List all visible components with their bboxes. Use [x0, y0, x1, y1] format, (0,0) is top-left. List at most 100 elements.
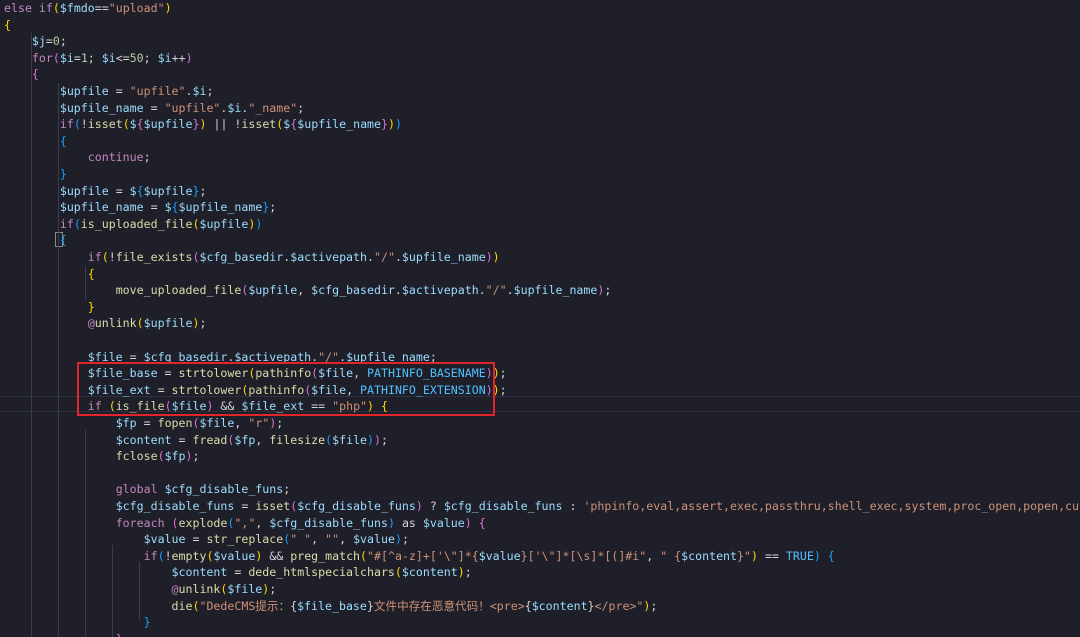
code-token: ) — [367, 432, 375, 447]
code-token: = — [73, 50, 81, 65]
code-token: 'phpinfo,eval,assert,exec,passthru,shell… — [583, 499, 1080, 513]
code-token: $value — [213, 548, 256, 563]
code-token: ) — [185, 449, 193, 464]
code-token: $ — [129, 183, 137, 198]
code-token: $cfg_disable_funs — [297, 499, 416, 513]
code-line[interactable]: die("DedeCMS提示：{$file_base}文件中存在恶意代码！<pr… — [0, 598, 1080, 615]
code-token: } — [587, 598, 595, 613]
code-line[interactable]: foreach (explode(",", $cfg_disable_funs)… — [0, 515, 1080, 532]
code-line[interactable]: $cfg_disable_funs = isset($cfg_disable_f… — [0, 498, 1080, 515]
code-token: "DedeCMS提示： — [199, 598, 291, 613]
code-token: $i — [59, 50, 74, 65]
code-token: = — [136, 416, 158, 430]
code-token: die — [171, 598, 193, 613]
code-token: ) — [388, 117, 395, 132]
red-highlight-box — [77, 362, 495, 416]
code-line[interactable]: $upfile_name = ${$upfile_name}; — [0, 199, 1080, 216]
code-token: if — [59, 117, 74, 132]
code-token: $upfile — [143, 316, 193, 331]
code-token: fread — [192, 432, 228, 447]
code-token: "upfile" — [129, 84, 186, 98]
code-token: ; — [499, 382, 507, 397]
code-line[interactable]: move_uploaded_file($upfile, $cfg_basedir… — [0, 282, 1080, 299]
code-token: ; — [283, 482, 291, 497]
code-line[interactable]: @unlink($upfile); — [0, 315, 1080, 332]
code-token: ) — [750, 548, 758, 563]
code-token: { — [59, 233, 67, 248]
code-line[interactable]: { — [0, 133, 1080, 150]
code-line[interactable]: fclose($fp); — [0, 448, 1080, 465]
code-line[interactable]: $j=0; — [0, 33, 1080, 50]
code-token: $content — [401, 565, 458, 580]
code-token: ! — [164, 548, 172, 563]
code-line[interactable]: } — [0, 299, 1080, 316]
code-token: , — [311, 532, 326, 547]
code-token: ) — [185, 50, 193, 65]
code-token: } — [381, 117, 388, 132]
code-token: $content — [681, 548, 738, 563]
code-line[interactable]: for($i=1; $i<=50; $i++) — [0, 50, 1080, 67]
code-line[interactable]: } — [0, 614, 1080, 631]
code-token: ( — [73, 216, 81, 231]
code-token: ; — [87, 50, 102, 65]
code-line[interactable]: @unlink($file); — [0, 581, 1080, 598]
code-token: 文件中存在恶意代码！<pre> — [373, 598, 525, 613]
code-token: ; — [276, 416, 284, 430]
code-line[interactable]: } — [0, 631, 1080, 637]
code-token: $i — [192, 84, 207, 98]
code-line[interactable]: $upfile_name = "upfile".$i."_name"; — [0, 100, 1080, 117]
code-token: TRUE — [785, 548, 814, 563]
code-token: } — [116, 632, 123, 637]
code-line[interactable]: { — [0, 17, 1080, 34]
code-token: $upfile_name — [513, 283, 598, 298]
code-line[interactable]: $content = fread($fp, filesize($file)); — [0, 432, 1080, 449]
code-token: ; — [143, 50, 158, 65]
code-editor[interactable]: else if($fmdo=="upload"){ $j=0; for($i=1… — [0, 0, 1080, 637]
code-token: ; — [401, 532, 409, 547]
code-token: ; — [464, 565, 472, 580]
code-line[interactable] — [0, 332, 1080, 349]
code-token: $file — [199, 416, 235, 430]
code-token: @ — [171, 582, 179, 596]
code-line[interactable]: } — [0, 166, 1080, 183]
code-line[interactable]: if(!isset(${$upfile}) || !isset(${$upfil… — [0, 116, 1080, 133]
code-token: <= — [115, 50, 130, 65]
code-token: ) — [492, 250, 500, 264]
code-token: . — [185, 84, 193, 98]
code-token: . — [394, 283, 402, 298]
code-line[interactable]: $fp = fopen($file, "r"); — [0, 415, 1080, 432]
code-line[interactable]: $content = dede_htmlspecialchars($conten… — [0, 564, 1080, 581]
code-line[interactable]: { — [0, 232, 1080, 249]
code-line[interactable]: { — [0, 266, 1080, 283]
code-line[interactable]: if(!file_exists($cfg_basedir.$activepath… — [0, 249, 1080, 266]
code-token: as — [394, 515, 423, 530]
code-line[interactable]: global $cfg_disable_funs; — [0, 481, 1080, 498]
code-token: if — [38, 1, 53, 15]
code-token: ( — [101, 250, 109, 264]
code-line[interactable]: $value = str_replace(" ", "", $value); — [0, 531, 1080, 548]
code-line[interactable]: else if($fmdo=="upload") — [0, 0, 1080, 17]
code-line[interactable]: $upfile = ${$upfile}; — [0, 183, 1080, 200]
code-token: move_uploaded_file — [115, 283, 242, 298]
code-token: $j — [31, 34, 46, 49]
code-line[interactable]: if(!empty($value) && preg_match("#[^a-z]… — [0, 548, 1080, 565]
code-token: ) — [485, 250, 493, 264]
code-line[interactable]: continue; — [0, 149, 1080, 166]
code-token: { — [87, 266, 95, 281]
code-token: "/" — [373, 250, 395, 264]
code-line[interactable]: $upfile = "upfile".$i; — [0, 83, 1080, 100]
code-line[interactable] — [0, 465, 1080, 482]
code-token: ) — [164, 1, 172, 15]
code-token: { — [4, 17, 11, 32]
code-line[interactable]: if(is_uploaded_file($upfile)) — [0, 216, 1080, 233]
code-line[interactable]: { — [0, 66, 1080, 83]
code-token: == — [94, 1, 109, 15]
